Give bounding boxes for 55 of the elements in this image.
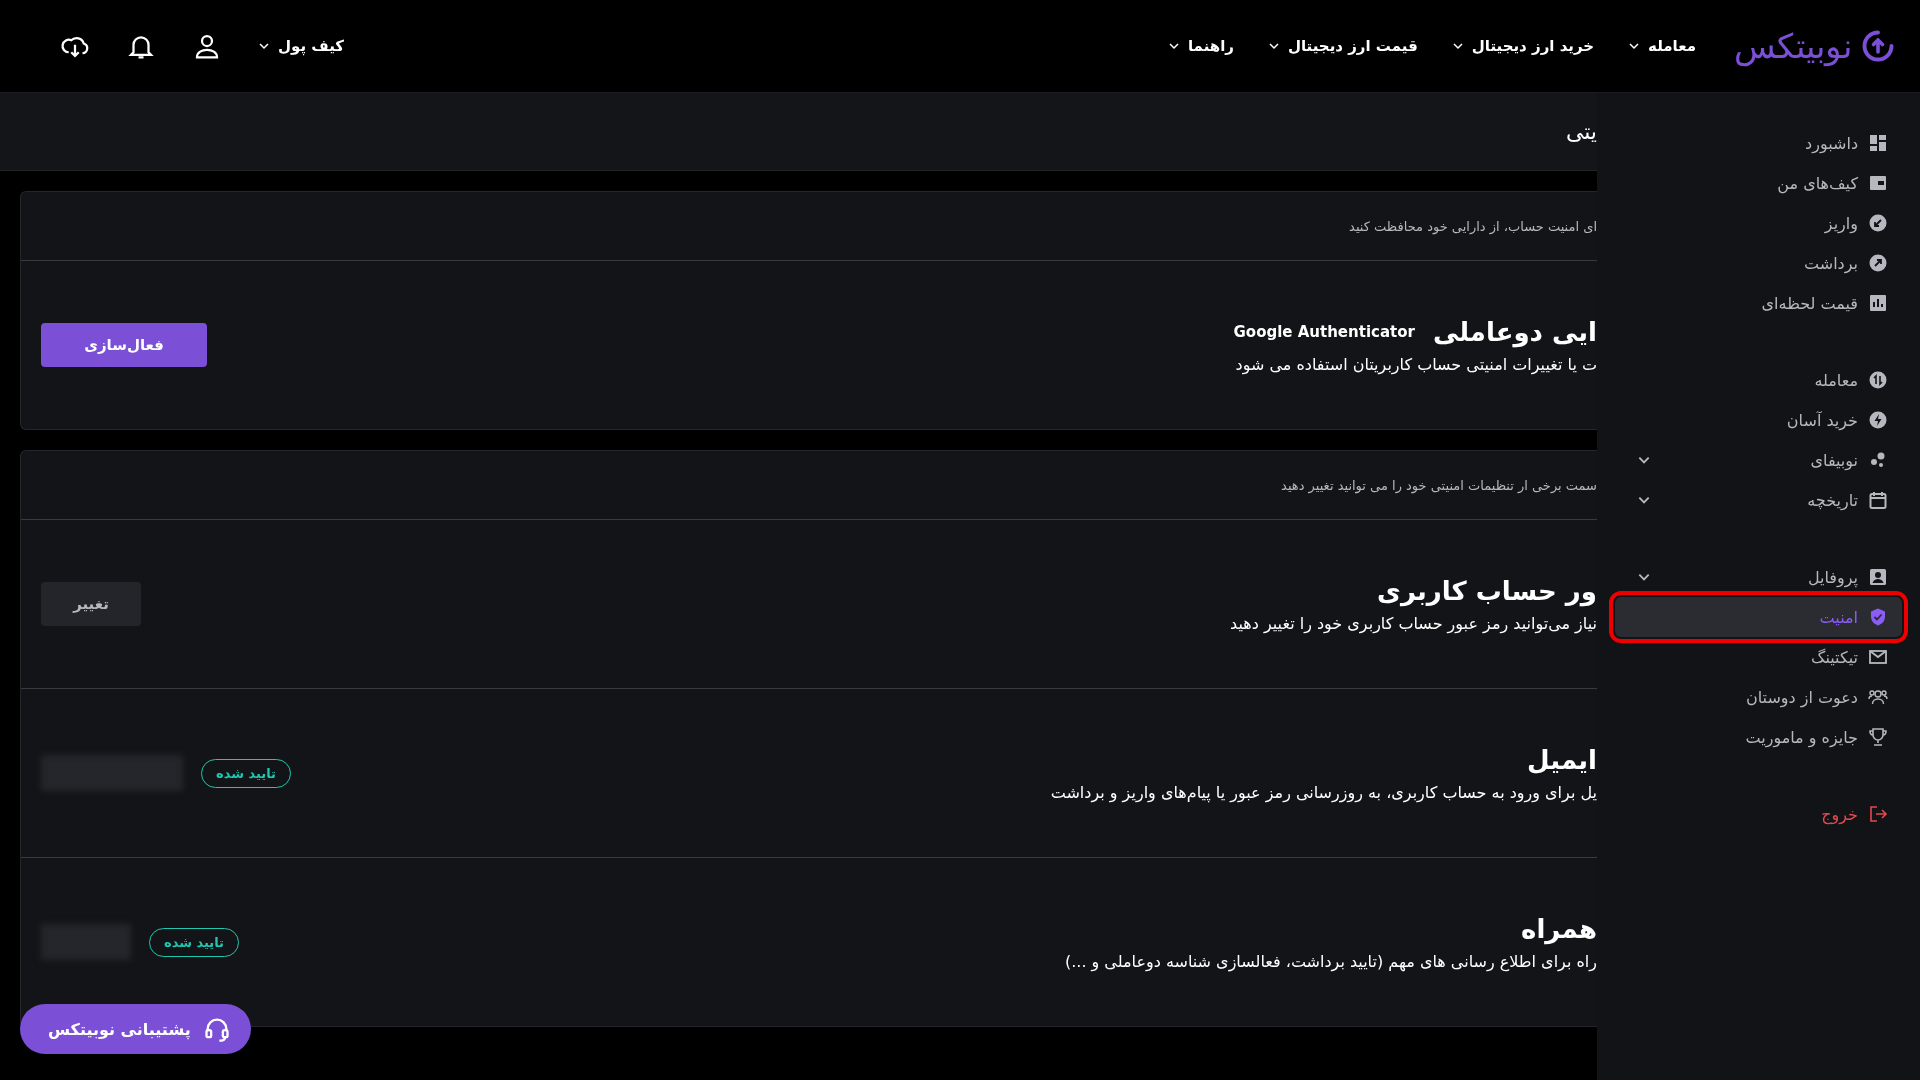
person-icon [1868,567,1888,587]
card-intro: سمت برخی ار تنظیمات امنیتی خود را می توانید تغییر دهید [1281,477,1597,493]
action-button[interactable]: تغییر [41,582,141,626]
sidebar-item[interactable]: جایزه و ماموریت [1615,717,1902,757]
page-title: یتی [1565,119,1597,144]
sidebar-item[interactable]: قیمت لحظه‌ای [1615,283,1902,323]
action-button[interactable]: فعال‌سازی [41,323,207,367]
wallet-icon [1868,173,1888,193]
chart-icon [1868,293,1888,313]
shield-icon [1868,607,1888,627]
trophy-icon [1868,727,1888,747]
sidebar-item[interactable]: برداشت [1615,243,1902,283]
exit-icon [1868,804,1888,824]
sidebar-item[interactable]: تاریخچه [1615,480,1902,520]
sidebar-item[interactable]: نوبیفای [1615,440,1902,480]
setting-title: ایمیل [1527,744,1597,775]
calendar-icon [1868,490,1888,510]
nav-menu[interactable]: خرید ارز دیجیتال [1451,37,1595,55]
sidebar-item[interactable]: کیف‌های من [1615,163,1902,203]
chevron-icon [258,40,270,52]
chevron-icon [1267,40,1280,52]
chevron-icon [1628,40,1641,52]
chevron-icon [1451,40,1464,52]
sidebar-item[interactable]: خرید آسان [1615,400,1902,440]
logo[interactable]: نوبیتکس [1734,26,1852,66]
bolt-icon [1868,410,1888,430]
setting-title: ایی دوعاملی [1432,316,1597,347]
setting-description: ت یا تغییرات امنیتی حساب کاربریتان استفاده می شود [1234,354,1597,374]
app-name: Google Authenticator [1233,322,1415,341]
sidebar-item[interactable]: واریز [1615,203,1902,243]
card-intro: ای امنیت حساب، از دارایی خود محافظت کنید [1349,218,1597,234]
nav-menu[interactable]: معامله [1628,37,1696,55]
sidebar-item[interactable]: پروفایل [1615,557,1902,597]
people-icon [1868,687,1888,707]
sidebar-item[interactable]: دعوت از دوستان [1615,677,1902,717]
withdraw-icon [1868,253,1888,273]
deposit-icon [1868,213,1888,233]
trade-icon [1868,370,1888,390]
sidebar-item[interactable]: خروج [1615,794,1902,834]
support-button[interactable]: پشتیبانی نوبیتکس [20,1004,251,1054]
setting-title: همراه [1521,913,1597,944]
sidebar-item[interactable]: معامله [1615,360,1902,400]
setting-title: ور حساب کاربری [1377,575,1597,606]
setting-description: نیاز می‌توانید رمز عبور حساب کاربری خود را تغییر دهید [1230,613,1597,633]
setting-description: راه برای اطلاع رسانی های مهم (تایید برداشت، فعالسازی شناسه دوعاملی و ...) [1064,951,1597,971]
mail-icon [1868,647,1888,667]
chevron-icon [1167,40,1180,52]
setting-description: یل برای ورود به حساب کاربری، به روزرسانی رمز عبور یا پیام‌های واریز و برداشت [1050,782,1597,802]
nav-menu[interactable]: راهنما [1167,37,1234,55]
logo-icon [1860,28,1896,64]
wallet-menu[interactable]: کیف پول [258,37,344,55]
dashboard-icon [1868,133,1888,153]
sidebar-item[interactable]: داشبورد [1615,123,1902,163]
sidebar-item[interactable]: تیکتینگ [1615,637,1902,677]
nav-menu[interactable]: قیمت ارز دیجیتال [1267,37,1418,55]
